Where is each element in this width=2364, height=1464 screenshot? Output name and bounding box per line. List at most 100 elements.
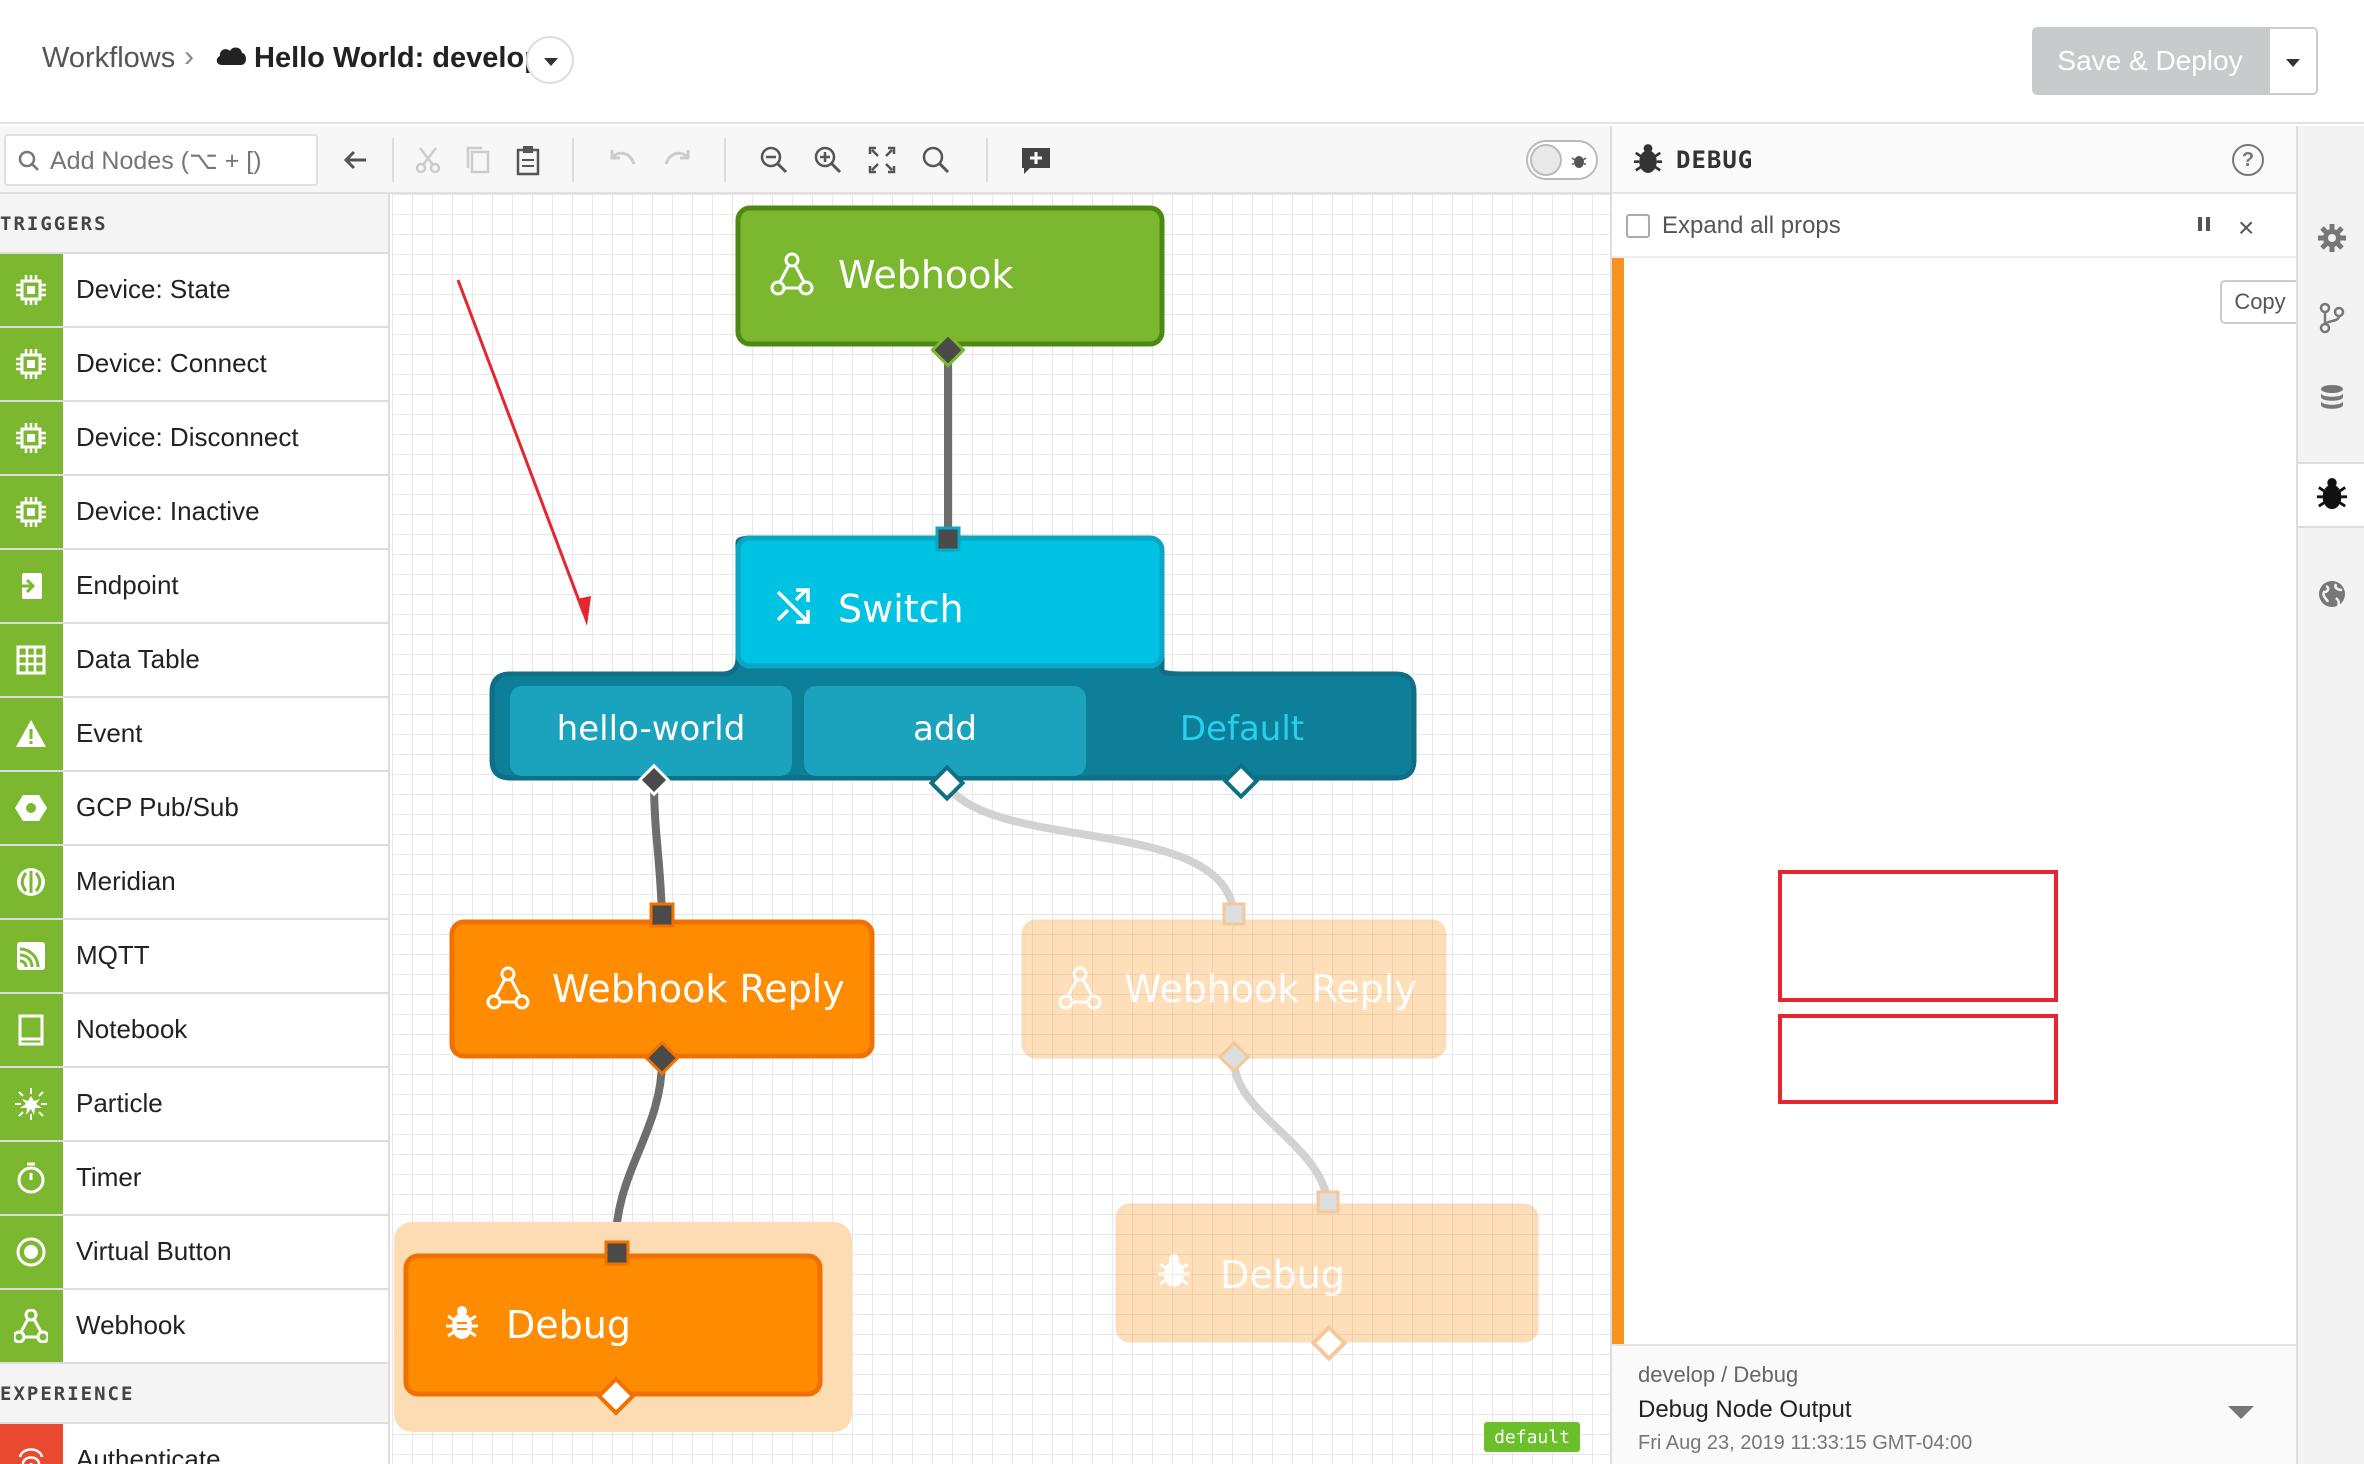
save-deploy-button[interactable]: Save & Deploy: [2032, 27, 2268, 95]
add-nodes-input[interactable]: [50, 146, 310, 176]
case-default-label[interactable]: Default: [1180, 709, 1304, 749]
debug-node-faded[interactable]: Debug: [1115, 1203, 1539, 1343]
version-branch-icon[interactable]: [2316, 302, 2348, 334]
palette-item-mqtt[interactable]: MQTT: [0, 920, 388, 994]
switch-node[interactable]: Switch hello-world add Default: [489, 535, 1417, 781]
add-nodes-search[interactable]: [4, 134, 318, 186]
chip-icon: [16, 275, 46, 305]
workflow-menu-dropdown[interactable]: [526, 36, 574, 84]
debug-footer-path: develop / Debug: [1638, 1362, 1799, 1387]
palette-item-label: Webhook: [76, 1310, 186, 1340]
notebook-icon: [18, 1014, 44, 1046]
palette-icon-box: [0, 254, 63, 326]
workflow-canvas[interactable]: Webhook Switch hello-world add Default W…: [392, 194, 1610, 1464]
settings-gear-icon[interactable]: [2316, 222, 2348, 254]
debug-mode-toggle[interactable]: [1526, 140, 1598, 180]
debug-panel: DEBUG ? Expand all props × Copy ▼ (root)…: [1610, 126, 2298, 1464]
palette-item-notebook[interactable]: Notebook: [0, 994, 388, 1068]
paste-icon[interactable]: [510, 142, 546, 178]
palette-item-label: Virtual Button: [76, 1236, 232, 1266]
add-comment-icon[interactable]: [1018, 142, 1054, 178]
table-icon: [16, 645, 46, 675]
version-badge-label: default: [1494, 1427, 1570, 1448]
red-annotation-arrow: [456, 279, 591, 626]
reply-input-port[interactable]: [649, 902, 675, 928]
pause-icon[interactable]: [2196, 214, 2212, 236]
palette-item-endpoint[interactable]: Endpoint: [0, 550, 388, 624]
palette-item-virtual-button[interactable]: Virtual Button: [0, 1216, 388, 1290]
debug-panel-header: DEBUG ?: [1612, 126, 2298, 194]
debug-footer[interactable]: develop / Debug Debug Node Output Fri Au…: [1612, 1344, 2298, 1464]
top-header: Workflows › Hello World: develop Save & …: [0, 0, 2364, 124]
fit-screen-icon[interactable]: [864, 142, 900, 178]
undo-icon[interactable]: [604, 142, 640, 178]
help-icon[interactable]: ?: [2232, 144, 2264, 176]
storage-icon[interactable]: [2316, 382, 2348, 414]
webhook-icon: [14, 1309, 48, 1343]
palette-icon-box: [0, 920, 63, 992]
back-arrow-icon[interactable]: [338, 142, 374, 178]
chevron-down-icon[interactable]: [2228, 1406, 2254, 1419]
palette-item-particle[interactable]: Particle: [0, 1068, 388, 1142]
debug-footer-timestamp: Fri Aug 23, 2019 11:33:15 GMT-04:00: [1638, 1432, 1973, 1454]
palette-icon-box: [0, 476, 63, 548]
webhook-reply-node-faded[interactable]: Webhook Reply: [1021, 919, 1447, 1059]
debug-message: Copy ▼ (root) {} 12 keys"globals": {} 0 …: [1612, 258, 2298, 1344]
debug-panel-title: DEBUG: [1676, 146, 1754, 174]
palette-item-label: Timer: [76, 1162, 142, 1192]
copy-icon[interactable]: [460, 142, 496, 178]
webhook-reply-faded-label: Webhook Reply: [1124, 967, 1417, 1011]
palette-icon-box: [0, 846, 63, 918]
expand-all-props-label[interactable]: Expand all props: [1662, 212, 1841, 240]
flow-diagram: Webhook Switch hello-world add Default W…: [394, 205, 1580, 1452]
palette-item-gcp-pub-sub[interactable]: GCP Pub/Sub: [0, 772, 388, 846]
wire-reply-debug-faded: [1230, 1059, 1332, 1205]
warning-icon: [16, 720, 46, 747]
reply-faded-input-port[interactable]: [1222, 902, 1246, 926]
case-hello-world-label: hello-world: [557, 709, 746, 749]
palette-item-device-state[interactable]: Device: State: [0, 254, 388, 328]
right-rail: [2296, 126, 2364, 1464]
search-icon: [18, 150, 39, 171]
palette-item-label: Meridian: [76, 866, 176, 896]
wire-switch-reply-faded: [942, 781, 1238, 917]
toolbar-divider: [572, 138, 574, 182]
palette-item-label: MQTT: [76, 940, 150, 970]
expand-props-row: Expand all props ×: [1612, 194, 2298, 258]
expand-all-props-checkbox[interactable]: [1626, 214, 1650, 238]
toolbar-divider: [392, 138, 394, 182]
palette-item-webhook[interactable]: Webhook: [0, 1290, 388, 1364]
palette-item-device-disconnect[interactable]: Device: Disconnect: [0, 402, 388, 476]
zoom-out-icon[interactable]: [756, 142, 792, 178]
debug-input-port[interactable]: [604, 1240, 630, 1266]
palette-item-device-connect[interactable]: Device: Connect: [0, 328, 388, 402]
chip-icon: [16, 349, 46, 379]
copy-button[interactable]: Copy: [2220, 280, 2298, 324]
redo-icon[interactable]: [660, 142, 696, 178]
triggers-section-header: TRIGGERS: [0, 194, 388, 254]
palette-item-event[interactable]: Event: [0, 698, 388, 772]
palette-item-meridian[interactable]: Meridian: [0, 846, 388, 920]
switch-input-port[interactable]: [935, 526, 961, 552]
clear-messages-icon[interactable]: ×: [2238, 212, 2254, 244]
workflow-editor: Workflows › Hello World: develop Save & …: [0, 0, 2364, 1464]
palette-item-device-inactive[interactable]: Device: Inactive: [0, 476, 388, 550]
webhook-reply-node[interactable]: Webhook Reply: [449, 919, 875, 1059]
debug-bug-icon[interactable]: [2316, 478, 2348, 510]
version-badge: default: [1484, 1422, 1580, 1452]
debug-faded-input-port[interactable]: [1316, 1190, 1340, 1214]
palette-item-timer[interactable]: Timer: [0, 1142, 388, 1216]
cut-icon[interactable]: [410, 142, 446, 178]
save-deploy-dropdown[interactable]: [2268, 27, 2318, 95]
breadcrumb-workflows-link[interactable]: Workflows: [42, 42, 175, 75]
webhook-node[interactable]: Webhook: [735, 205, 1165, 347]
palette-item-authenticate[interactable]: Authenticate: [0, 1424, 388, 1464]
experience-section-header: EXPERIENCE: [0, 1364, 388, 1424]
zoom-in-icon[interactable]: [810, 142, 846, 178]
virtual-button-icon: [16, 1237, 46, 1267]
globe-icon[interactable]: [2316, 578, 2348, 610]
palette-icon-box: [0, 402, 63, 474]
palette-item-data-table[interactable]: Data Table: [0, 624, 388, 698]
palette-item-label: Device: Inactive: [76, 496, 260, 526]
search-zoom-icon[interactable]: [918, 142, 954, 178]
